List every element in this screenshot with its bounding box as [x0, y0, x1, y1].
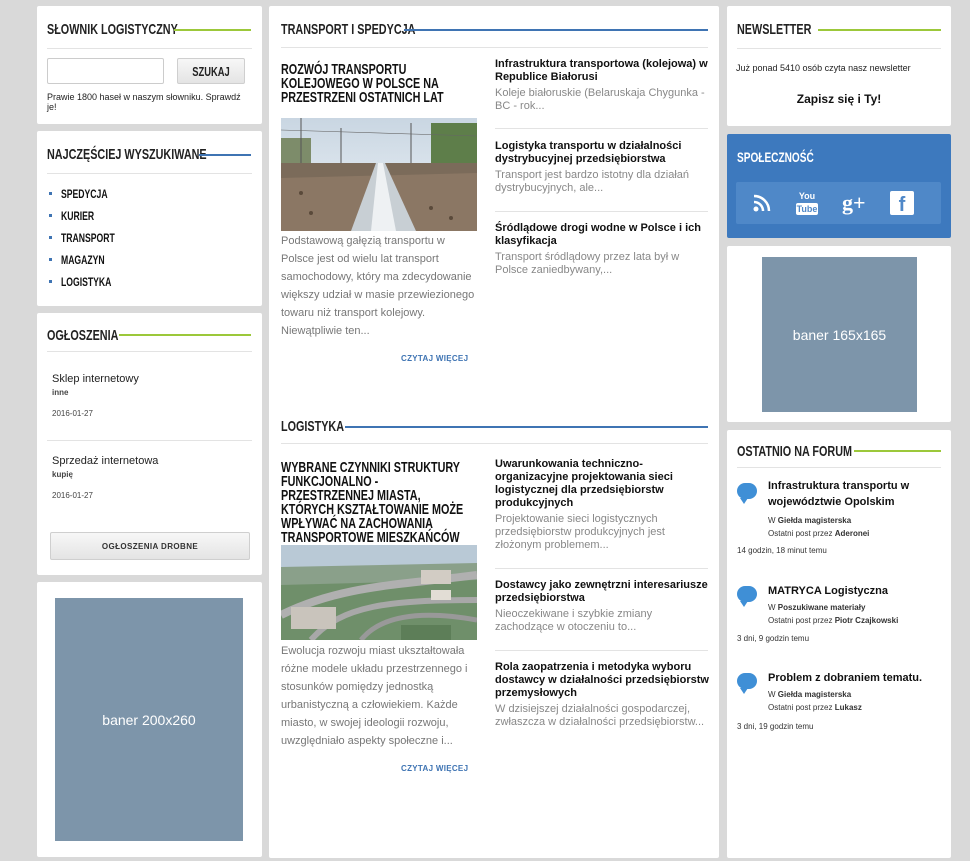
chat-bubble-icon	[737, 586, 757, 607]
article-title[interactable]: Rola zaopatrzenia i metodyka wyboru dost…	[495, 661, 709, 700]
ad-item[interactable]: Sprzedaż internetowa kupię 2016-01-27	[52, 455, 158, 500]
banner-left-card: baner 200x260	[37, 582, 262, 857]
logistics-lead-title[interactable]: WYBRANE CZYNNIKI STRUKTURY FUNKCJONALNO …	[281, 460, 472, 545]
logistics-article[interactable]: Rola zaopatrzenia i metodyka wyboru dost…	[495, 661, 709, 729]
ads-title: OGŁOSZENIA	[47, 326, 119, 344]
popular-item[interactable]: TRANSPORT	[49, 227, 136, 249]
logistics-article[interactable]: Dostawcy jako zewnętrzni interesariusze …	[495, 579, 709, 634]
ad-item[interactable]: Sklep internetowy inne 2016-01-27	[52, 373, 139, 418]
popular-list: SPEDYCJA KURIER TRANSPORT MAGAZYN LOGIST…	[49, 183, 136, 293]
ad-date: 2016-01-27	[52, 491, 93, 500]
article-title[interactable]: Dostawcy jako zewnętrzni interesariusze …	[495, 579, 709, 605]
transport-title: TRANSPORT I SPEDYCJA	[281, 20, 416, 38]
logistics-readmore-link[interactable]: CZYTAJ WIĘCEJ	[401, 764, 468, 773]
article-title[interactable]: Infrastruktura transportowa (kolejowa) w…	[495, 58, 709, 84]
ad-title[interactable]: Sklep internetowy	[52, 373, 139, 385]
newsletter-signup-link[interactable]: Zapisz się i Ty!	[727, 92, 951, 106]
transport-article[interactable]: Śródlądowe drogi wodne w Polsce i ich kl…	[495, 222, 709, 277]
popular-card: NAJCZĘŚCIEJ WYSZUKIWANE SPEDYCJA KURIER …	[37, 131, 262, 306]
railway-photo[interactable]	[281, 118, 477, 231]
newsletter-title: NEWSLETTER	[737, 20, 812, 38]
city-aerial-photo[interactable]	[281, 545, 477, 640]
dictionary-title: SŁOWNIK LOGISTYCZNY	[47, 20, 178, 38]
popular-item[interactable]: KURIER	[49, 205, 136, 227]
logistics-title: LOGISTYKA	[281, 417, 345, 435]
dictionary-card: SŁOWNIK LOGISTYCZNY SZUKAJ Prawie 1800 h…	[37, 6, 262, 124]
banner-left[interactable]: baner 200x260	[55, 598, 243, 841]
article-excerpt: Nieoczekiwane i szybkie zmiany zachodząc…	[495, 608, 653, 633]
forum-post-title[interactable]: Problem z dobraniem tematu.	[768, 670, 948, 686]
transport-article[interactable]: Logistyka transportu w działalności dyst…	[495, 140, 709, 195]
article-excerpt: Transport jest bardzo istotny dla działa…	[495, 169, 690, 194]
transport-lead-text: Podstawową gałęzią transportu w Polsce j…	[281, 235, 475, 337]
banner-right[interactable]: baner 165x165	[762, 257, 917, 412]
forum-post-title[interactable]: MATRYCA Logistyczna	[768, 583, 948, 599]
forum-card: OSTATNIO NA FORUM Infrastruktura transpo…	[727, 430, 951, 858]
article-title[interactable]: Logistyka transportu w działalności dyst…	[495, 140, 709, 166]
article-excerpt: W dzisiejszej działalności gospodarczej,…	[495, 703, 705, 728]
article-excerpt: Projektowanie sieci logistycznych przeds…	[495, 513, 665, 551]
ad-category: kupię	[52, 470, 73, 479]
logistics-lead[interactable]: WYBRANE CZYNNIKI STRUKTURY FUNKCJONALNO …	[281, 460, 481, 545]
popular-item[interactable]: MAGAZYN	[49, 249, 136, 271]
community-title: SPOŁECZNOŚĆ	[737, 149, 814, 165]
transport-lead[interactable]: ROZWÓJ TRANSPORTU KOLEJOWEGO W POLSCE NA…	[281, 62, 481, 105]
popular-title: NAJCZĘŚCIEJ WYSZUKIWANE	[47, 145, 207, 163]
banner-right-card: baner 165x165	[727, 246, 951, 422]
transport-lead-title[interactable]: ROZWÓJ TRANSPORTU KOLEJOWEGO W POLSCE NA…	[281, 62, 479, 105]
forum-post-time: 3 dni, 19 godzin temu	[737, 722, 814, 731]
ads-card: OGŁOSZENIA Sklep internetowy inne 2016-0…	[37, 313, 262, 575]
main-card: TRANSPORT I SPEDYCJA ROZWÓJ TRANSPORTU K…	[269, 6, 719, 858]
facebook-icon[interactable]: f	[890, 191, 914, 215]
forum-title: OSTATNIO NA FORUM	[737, 442, 852, 460]
rss-icon[interactable]	[753, 194, 771, 212]
logistics-article[interactable]: Uwarunkowania techniczno-organizacyjne p…	[495, 458, 709, 552]
logistics-lead-text: Ewolucja rozwoju miast ukształtowała róż…	[281, 645, 468, 747]
popular-item[interactable]: SPEDYCJA	[49, 183, 136, 205]
article-title[interactable]: Śródlądowe drogi wodne w Polsce i ich kl…	[495, 222, 709, 248]
youtube-icon[interactable]: You Tube	[796, 191, 818, 215]
chat-bubble-icon	[737, 483, 757, 504]
article-excerpt: Transport śródlądowy przez lata był w Po…	[495, 251, 680, 276]
ad-date: 2016-01-27	[52, 409, 93, 418]
transport-article[interactable]: Infrastruktura transportowa (kolejowa) w…	[495, 58, 709, 113]
google-plus-icon[interactable]: g+	[842, 190, 866, 216]
ad-title[interactable]: Sprzedaż internetowa	[52, 455, 158, 467]
dictionary-note: Prawie 1800 haseł w naszym słowniku. Spr…	[47, 92, 241, 112]
forum-post-time: 3 dni, 9 godzin temu	[737, 634, 810, 643]
dictionary-search-button[interactable]: SZUKAJ	[177, 58, 245, 84]
newsletter-card: NEWSLETTER Już ponad 5410 osób czyta nas…	[727, 6, 951, 126]
forum-post-time: 14 godzin, 18 minut temu	[737, 546, 827, 555]
popular-item[interactable]: LOGISTYKA	[49, 271, 136, 293]
transport-readmore-link[interactable]: CZYTAJ WIĘCEJ	[401, 354, 468, 363]
newsletter-count: Już ponad 5410 osób czyta nasz newslette…	[736, 63, 911, 73]
forum-post-title[interactable]: Infrastruktura transportu w województwie…	[768, 478, 948, 510]
community-card: SPOŁECZNOŚĆ You Tube g+ f	[727, 134, 951, 238]
dictionary-search-input[interactable]	[47, 58, 164, 84]
article-excerpt: Koleje białoruskie (Belaruskaja Chygunka…	[495, 87, 705, 112]
small-ads-button[interactable]: OGŁOSZENIA DROBNE	[50, 532, 250, 560]
chat-bubble-icon	[737, 673, 757, 694]
article-title[interactable]: Uwarunkowania techniczno-organizacyjne p…	[495, 458, 709, 510]
ad-category: inne	[52, 388, 69, 397]
